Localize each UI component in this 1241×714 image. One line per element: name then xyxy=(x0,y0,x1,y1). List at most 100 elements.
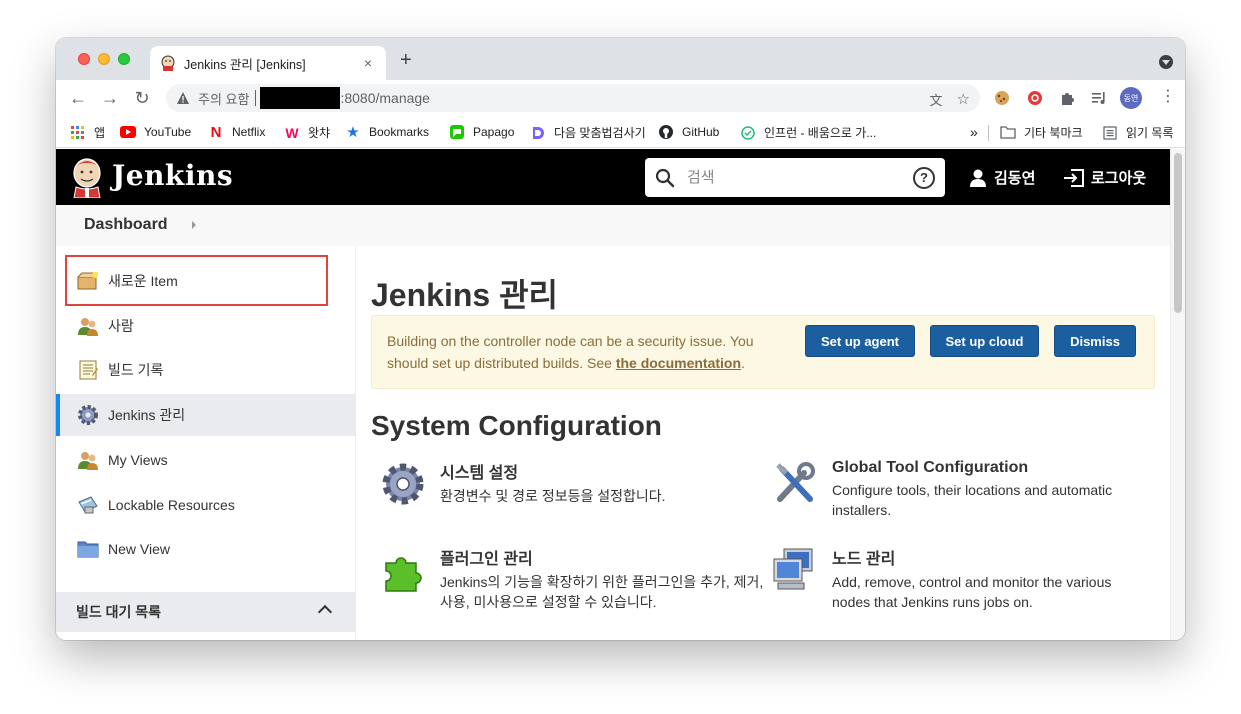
dismiss-button[interactable]: Dismiss xyxy=(1054,325,1136,357)
config-desc: Configure tools, their locations and aut… xyxy=(832,482,1113,518)
highlight-box xyxy=(65,255,328,306)
config-nodes[interactable]: 노드 관리 Add, remove, control and monitor t… xyxy=(770,545,1150,612)
tab-close-icon[interactable]: × xyxy=(360,55,376,71)
tab-search-icon[interactable] xyxy=(1159,55,1173,69)
translate-icon[interactable]: 文 xyxy=(930,90,943,109)
page-scrollbar[interactable] xyxy=(1170,149,1185,640)
bookmark-watcha[interactable]: W 왓챠 xyxy=(284,124,330,141)
lockable-resources-icon xyxy=(76,493,100,517)
search-icon xyxy=(655,168,675,187)
config-system[interactable]: 시스템 설정 환경변수 및 경로 정보등을 설정합니다. xyxy=(378,459,758,509)
config-nodes-text: 노드 관리 Add, remove, control and monitor t… xyxy=(832,545,1150,612)
profile-avatar[interactable]: 동연 xyxy=(1120,87,1142,109)
build-history-icon xyxy=(76,358,100,382)
bookmark-other-folder[interactable]: 기타 북마크 xyxy=(1000,124,1083,141)
sidebar-item-lockable-resources[interactable]: Lockable Resources xyxy=(56,484,356,526)
build-queue-title: 빌드 대기 목록 xyxy=(76,604,162,620)
bookmark-bookmarks[interactable]: ★ Bookmarks xyxy=(345,124,429,141)
user-icon xyxy=(970,169,986,187)
reading-list-button[interactable]: 읽기 목록 xyxy=(1102,124,1174,141)
new-view-folder-icon xyxy=(76,537,100,561)
bookmark-netflix[interactable]: N Netflix xyxy=(208,124,266,141)
bookmarks-overflow-button[interactable]: » xyxy=(970,124,978,140)
bookmark-youtube[interactable]: YouTube xyxy=(120,124,191,140)
forward-button[interactable]: → xyxy=(100,88,120,108)
jenkins-brand[interactable]: Jenkins xyxy=(112,159,233,192)
address-bar[interactable]: 주의 요함 :8080/manage 文 ☆ xyxy=(166,84,980,112)
security-alert: Building on the controller node can be a… xyxy=(371,315,1155,389)
help-icon[interactable]: ? xyxy=(913,166,935,189)
redacted-host xyxy=(260,87,341,109)
config-title[interactable]: 시스템 설정 xyxy=(440,459,666,483)
cookie-extension-icon[interactable] xyxy=(993,89,1011,107)
config-plugins[interactable]: 플러그인 관리 Jenkins의 기능을 확장하기 위한 플러그인을 추가, 제… xyxy=(378,545,764,612)
breadcrumb-dashboard[interactable]: Dashboard xyxy=(84,216,168,234)
browser-menu-icon[interactable]: ⋮ xyxy=(1160,88,1176,106)
manage-gear-icon xyxy=(76,403,100,427)
set-up-cloud-button[interactable]: Set up cloud xyxy=(930,325,1039,357)
search-input[interactable] xyxy=(687,169,913,186)
apps-grid-icon xyxy=(70,125,86,141)
browser-tab[interactable]: Jenkins 관리 [Jenkins] × xyxy=(150,46,386,80)
plugin-puzzle-icon xyxy=(385,557,422,592)
bookmark-papago[interactable]: Papago xyxy=(449,124,514,140)
bookmark-inflearn[interactable]: 인프런 - 배움으로 가... xyxy=(740,124,876,141)
watcha-icon: W xyxy=(285,124,299,141)
config-title[interactable]: 플러그인 관리 xyxy=(440,545,764,569)
config-desc: Add, remove, control and monitor the var… xyxy=(832,574,1112,610)
omnibox-divider xyxy=(255,90,257,106)
config-global-tools[interactable]: Global Tool Configuration Configure tool… xyxy=(770,459,1150,520)
bookmark-github[interactable]: GitHub xyxy=(658,124,719,140)
close-window-button[interactable] xyxy=(78,53,90,65)
build-queue-header[interactable]: 빌드 대기 목록 xyxy=(56,592,356,632)
page-title: Jenkins 관리 xyxy=(371,277,558,313)
breadcrumb: Dashboard xyxy=(56,205,1170,246)
alert-message: Building on the controller node can be a… xyxy=(387,330,782,374)
sidebar: 새로운 Item 사람 빌드 기록 Jenkins 관리 My Views Lo… xyxy=(56,246,356,640)
sidebar-item-people[interactable]: 사람 xyxy=(56,305,356,347)
sidebar-item-label: 사람 xyxy=(108,318,134,334)
set-up-agent-button[interactable]: Set up agent xyxy=(805,325,915,357)
jenkins-header: Jenkins ? 김동연 로그아웃 xyxy=(56,149,1170,205)
daum-icon xyxy=(530,125,546,141)
maximize-window-button[interactable] xyxy=(118,53,130,65)
breadcrumb-chevron-icon[interactable] xyxy=(192,221,196,229)
logout-icon xyxy=(1064,168,1084,187)
user-link[interactable]: 김동연 xyxy=(968,167,1035,188)
bookmark-label: 왓챠 xyxy=(308,126,331,140)
bookmark-label: 앱 xyxy=(94,126,106,140)
logout-label: 로그아웃 xyxy=(1091,170,1147,187)
people-icon xyxy=(76,314,100,338)
main-content: Jenkins 관리 Building on the controller no… xyxy=(356,246,1170,640)
documentation-link[interactable]: the documentation xyxy=(616,355,741,371)
config-plugins-text: 플러그인 관리 Jenkins의 기능을 확장하기 위한 플러그인을 추가, 제… xyxy=(440,545,764,612)
sidebar-item-label: 빌드 기록 xyxy=(108,362,164,378)
bookmark-label: Netflix xyxy=(232,125,266,139)
sidebar-item-manage-jenkins[interactable]: Jenkins 관리 xyxy=(56,394,356,436)
extensions-puzzle-icon[interactable] xyxy=(1058,89,1076,107)
scrollbar-thumb[interactable] xyxy=(1174,153,1182,313)
sidebar-item-new-view[interactable]: New View xyxy=(56,528,356,570)
alert-suffix: . xyxy=(741,355,745,371)
bookmark-star-icon[interactable]: ☆ xyxy=(957,90,970,109)
config-title[interactable]: 노드 관리 xyxy=(832,545,1150,569)
minimize-window-button[interactable] xyxy=(98,53,110,65)
logout-link[interactable]: 로그아웃 xyxy=(1063,167,1146,188)
bookmark-apps[interactable]: 앱 xyxy=(70,124,105,141)
sidebar-item-label: New View xyxy=(108,541,170,557)
sync-extension-icon[interactable] xyxy=(1026,89,1044,107)
star-icon: ★ xyxy=(346,124,360,141)
sidebar-item-build-history[interactable]: 빌드 기록 xyxy=(56,349,356,391)
back-button[interactable]: ← xyxy=(68,88,88,108)
config-title[interactable]: Global Tool Configuration xyxy=(832,459,1150,477)
sidebar-item-my-views[interactable]: My Views xyxy=(56,439,356,481)
jenkins-logo-icon[interactable] xyxy=(70,156,104,198)
chevron-up-icon[interactable] xyxy=(317,604,333,620)
bookmark-label: 기타 북마크 xyxy=(1024,126,1083,140)
reload-button[interactable]: ↻ xyxy=(132,88,152,108)
computer-nodes-icon xyxy=(773,548,813,590)
bookmark-daum[interactable]: 다음 맞춤법검사기 xyxy=(530,124,646,141)
new-tab-button[interactable]: + xyxy=(400,50,412,70)
media-control-icon[interactable] xyxy=(1090,89,1108,107)
security-warning-label[interactable]: 주의 요함 xyxy=(198,89,249,108)
